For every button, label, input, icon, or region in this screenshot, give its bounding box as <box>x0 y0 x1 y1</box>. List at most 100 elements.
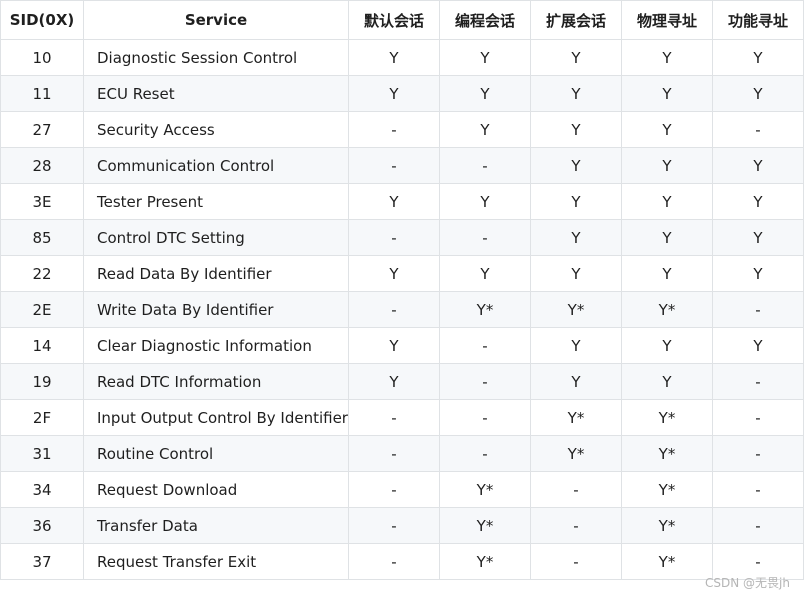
sid-cell: 10 <box>0 39 84 76</box>
service-cell: Diagnostic Session Control <box>83 39 349 76</box>
extended-session-cell: Y <box>530 75 622 112</box>
programming-session-cell: - <box>439 219 531 256</box>
programming-session-cell: Y* <box>439 471 531 508</box>
header-functional-addressing: 功能寻址 <box>712 0 804 40</box>
default-session-cell: Y <box>348 327 440 364</box>
service-cell: Tester Present <box>83 183 349 220</box>
table-row: 36 Transfer Data - Y* - Y* - <box>0 507 804 544</box>
default-session-cell: Y <box>348 363 440 400</box>
extended-session-cell: Y <box>530 111 622 148</box>
functional-addressing-cell: - <box>712 507 804 544</box>
programming-session-cell: Y <box>439 183 531 220</box>
sid-cell: 85 <box>0 219 84 256</box>
physical-addressing-cell: Y <box>621 255 713 292</box>
default-session-cell: Y <box>348 183 440 220</box>
sid-cell: 36 <box>0 507 84 544</box>
default-session-cell: - <box>348 147 440 184</box>
extended-session-cell: - <box>530 471 622 508</box>
functional-addressing-cell: - <box>712 363 804 400</box>
functional-addressing-cell: - <box>712 291 804 328</box>
default-session-cell: - <box>348 471 440 508</box>
programming-session-cell: - <box>439 435 531 472</box>
physical-addressing-cell: Y* <box>621 507 713 544</box>
extended-session-cell: - <box>530 543 622 580</box>
default-session-cell: - <box>348 219 440 256</box>
sid-cell: 37 <box>0 543 84 580</box>
default-session-cell: - <box>348 399 440 436</box>
extended-session-cell: Y <box>530 219 622 256</box>
service-cell: ECU Reset <box>83 75 349 112</box>
sid-cell: 34 <box>0 471 84 508</box>
extended-session-cell: Y <box>530 39 622 76</box>
physical-addressing-cell: Y <box>621 39 713 76</box>
physical-addressing-cell: Y <box>621 111 713 148</box>
programming-session-cell: Y <box>439 75 531 112</box>
table-row: 14 Clear Diagnostic Information Y - Y Y Y <box>0 327 804 364</box>
functional-addressing-cell: Y <box>712 255 804 292</box>
header-sid: SID(0X) <box>0 0 84 40</box>
table-row: 37 Request Transfer Exit - Y* - Y* - <box>0 543 804 580</box>
service-cell: Routine Control <box>83 435 349 472</box>
extended-session-cell: Y* <box>530 399 622 436</box>
table-row: 31 Routine Control - - Y* Y* - <box>0 435 804 472</box>
programming-session-cell: Y* <box>439 291 531 328</box>
functional-addressing-cell: - <box>712 435 804 472</box>
default-session-cell: Y <box>348 39 440 76</box>
programming-session-cell: Y* <box>439 507 531 544</box>
service-cell: Input Output Control By Identifier <box>83 399 349 436</box>
programming-session-cell: - <box>439 399 531 436</box>
functional-addressing-cell: - <box>712 399 804 436</box>
service-cell: Write Data By Identifier <box>83 291 349 328</box>
physical-addressing-cell: Y* <box>621 435 713 472</box>
physical-addressing-cell: Y <box>621 363 713 400</box>
table-row: 34 Request Download - Y* - Y* - <box>0 471 804 508</box>
programming-session-cell: - <box>439 363 531 400</box>
functional-addressing-cell: Y <box>712 219 804 256</box>
physical-addressing-cell: Y <box>621 75 713 112</box>
table-row: 28 Communication Control - - Y Y Y <box>0 147 804 184</box>
functional-addressing-cell: Y <box>712 147 804 184</box>
default-session-cell: - <box>348 507 440 544</box>
sid-cell: 2F <box>0 399 84 436</box>
uds-services-table: SID(0X) Service 默认会话 编程会话 扩展会话 物理寻址 功能寻址… <box>0 0 804 580</box>
sid-cell: 22 <box>0 255 84 292</box>
service-cell: Communication Control <box>83 147 349 184</box>
table-body: 10 Diagnostic Session Control Y Y Y Y Y 11 ECU R… <box>0 39 804 580</box>
table-row: 3E Tester Present Y Y Y Y Y <box>0 183 804 220</box>
csdn-watermark: CSDN @无畏jh <box>705 576 790 590</box>
physical-addressing-cell: Y <box>621 147 713 184</box>
extended-session-cell: Y <box>530 255 622 292</box>
sid-cell: 2E <box>0 291 84 328</box>
table-header: SID(0X) Service 默认会话 编程会话 扩展会话 物理寻址 功能寻址 <box>0 0 804 40</box>
physical-addressing-cell: Y* <box>621 291 713 328</box>
table-row: 10 Diagnostic Session Control Y Y Y Y Y <box>0 39 804 76</box>
service-cell: Read Data By Identifier <box>83 255 349 292</box>
service-cell: Request Transfer Exit <box>83 543 349 580</box>
default-session-cell: - <box>348 291 440 328</box>
table-row: 2F Input Output Control By Identifier - - Y*… <box>0 399 804 436</box>
programming-session-cell: Y <box>439 111 531 148</box>
programming-session-cell: Y <box>439 39 531 76</box>
sid-cell: 14 <box>0 327 84 364</box>
extended-session-cell: Y* <box>530 435 622 472</box>
table-row: 27 Security Access - Y Y Y - <box>0 111 804 148</box>
functional-addressing-cell: Y <box>712 39 804 76</box>
programming-session-cell: Y* <box>439 543 531 580</box>
service-cell: Clear Diagnostic Information <box>83 327 349 364</box>
programming-session-cell: - <box>439 327 531 364</box>
header-extended-session: 扩展会话 <box>530 0 622 40</box>
sid-cell: 11 <box>0 75 84 112</box>
sid-cell: 27 <box>0 111 84 148</box>
header-programming-session: 编程会话 <box>439 0 531 40</box>
header-service: Service <box>83 0 349 40</box>
extended-session-cell: Y <box>530 363 622 400</box>
extended-session-cell: Y <box>530 327 622 364</box>
service-cell: Request Download <box>83 471 349 508</box>
functional-addressing-cell: Y <box>712 75 804 112</box>
functional-addressing-cell: Y <box>712 183 804 220</box>
service-cell: Transfer Data <box>83 507 349 544</box>
physical-addressing-cell: Y* <box>621 399 713 436</box>
extended-session-cell: Y* <box>530 291 622 328</box>
table-row: 22 Read Data By Identifier Y Y Y Y Y <box>0 255 804 292</box>
functional-addressing-cell: Y <box>712 327 804 364</box>
